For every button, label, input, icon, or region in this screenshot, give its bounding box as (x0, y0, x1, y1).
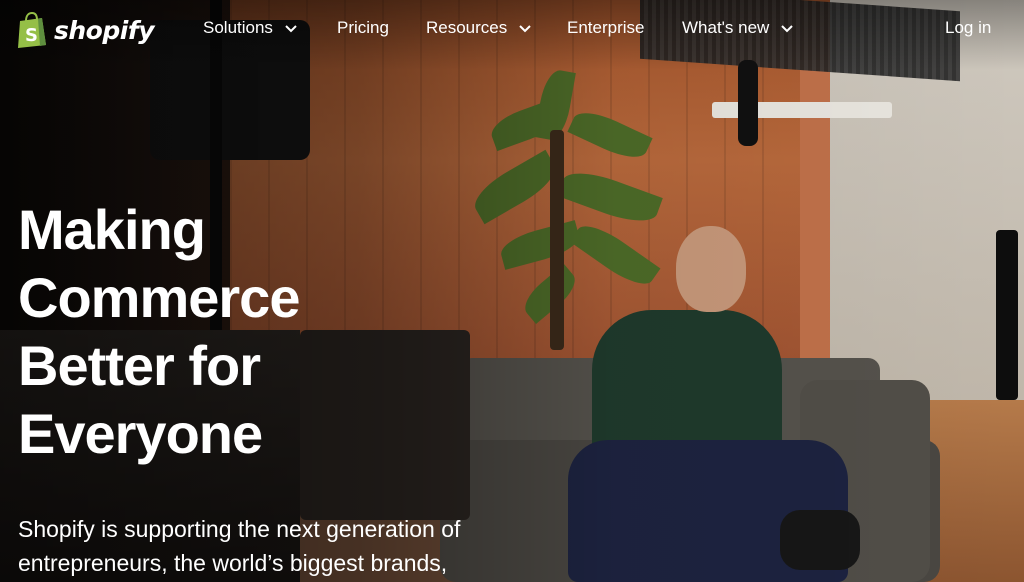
svg-text:S: S (25, 25, 38, 46)
chevron-down-icon (517, 20, 533, 36)
nav-resources[interactable]: Resources (426, 18, 533, 38)
hero-subtitle-line: Shopify is supporting the next generatio… (18, 516, 461, 542)
nav-pricing[interactable]: Pricing (337, 18, 389, 38)
chevron-down-icon (779, 20, 795, 36)
nav-solutions-label: Solutions (203, 18, 273, 37)
nav-pricing-label: Pricing (337, 18, 389, 37)
nav-enterprise[interactable]: Enterprise (567, 18, 644, 38)
login-link[interactable]: Log in (945, 18, 991, 38)
hero-title-line: Making (18, 198, 206, 261)
hero-title-line: Better for (18, 334, 261, 397)
shopify-bag-icon: S (16, 11, 48, 48)
login-label: Log in (945, 18, 992, 37)
hero-title: Making Commerce Better for Everyone (18, 196, 438, 468)
nav-solutions[interactable]: Solutions (203, 18, 299, 38)
nav-resources-label: Resources (426, 18, 508, 37)
nav-whats-new[interactable]: What's new (682, 18, 795, 38)
hero-subtitle: Shopify is supporting the next generatio… (18, 512, 498, 580)
hero-subtitle-line: entrepreneurs, the world’s biggest brand… (18, 550, 448, 576)
main-navigation: S shopify Solutions Pricing Resources En… (0, 0, 1024, 62)
shopify-logo-link[interactable]: S shopify (16, 10, 155, 50)
nav-whats-new-label: What's new (682, 18, 770, 37)
shopify-wordmark: shopify (54, 15, 155, 45)
hero-title-line: Everyone (18, 402, 263, 465)
chevron-down-icon (283, 20, 299, 36)
hero-title-line: Commerce (18, 266, 300, 329)
nav-enterprise-label: Enterprise (567, 18, 645, 37)
